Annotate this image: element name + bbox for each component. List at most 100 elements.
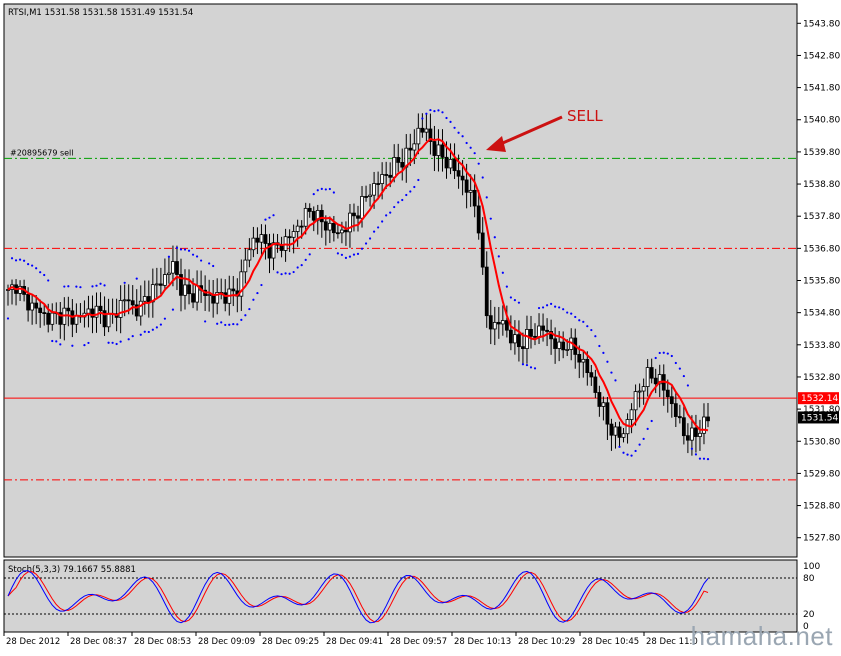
parabolic-sar-dot [87,341,90,345]
parabolic-sar-dot [385,214,388,217]
candle-body [158,283,163,286]
parabolic-sar-dot [558,306,561,309]
parabolic-sar-dot [533,367,537,370]
candle-body [561,341,566,351]
candle-body [291,231,296,238]
candle-body [126,299,131,302]
parabolic-sar-dot [328,187,331,191]
parabolic-sar-dot [200,259,203,262]
parabolic-sar-dot [441,111,444,114]
parabolic-sar-dot [698,457,702,460]
time-axis-label: 28 Dec 09:25 [262,637,319,647]
parabolic-sar-dot [276,271,279,274]
candle-body [653,377,658,385]
parabolic-sar-dot [296,266,299,269]
parabolic-sar-dot [477,162,480,165]
candle-body [533,335,537,338]
candle-body [183,284,187,296]
stochastic-axis-label: 100 [803,562,820,572]
parabolic-sar-dot [662,351,665,354]
parabolic-sar-dot [47,279,50,282]
parabolic-sar-dot [75,285,78,288]
price-axis-label: 1543.80 [803,19,840,29]
chart-canvas[interactable]: 1543.80 1542.80 1541.80 1540.80 1539.80 1538.… [0,0,841,652]
candle-body [517,334,521,348]
order-label: #20895679 sell [10,148,74,157]
parabolic-sar-dot [554,305,557,308]
candle-body [18,285,22,294]
parabolic-sar-dot [405,193,408,197]
parabolic-sar-dot [368,237,372,240]
price-axis-label: 1532.80 [803,373,840,383]
parabolic-sar-dot [22,259,26,262]
parabolic-sar-dot [107,341,110,344]
candle-body [609,423,614,436]
parabolic-sar-dot [389,211,392,214]
parabolic-sar-dot [79,286,82,289]
candle-body [307,207,312,212]
parabolic-sar-dot [324,188,327,191]
price-axis-label: 1538.80 [803,180,840,190]
parabolic-sar-dot [99,282,102,285]
parabolic-sar-dot [208,262,211,265]
candle-body [303,207,308,227]
candle-body [356,215,360,219]
parabolic-sar-dot [171,308,175,311]
candle-body [335,232,340,235]
candle-body [685,435,690,441]
parabolic-sar-dot [123,281,126,284]
parabolic-sar-dot [598,344,601,348]
candle-body [637,390,642,393]
parabolic-sar-dot [280,273,283,276]
parabolic-sar-dot [497,255,500,258]
candle-body [243,259,248,273]
parabolic-sar-dot [686,384,689,387]
price-panel[interactable] [3,3,798,558]
parabolic-sar-dot [517,301,521,304]
parabolic-sar-dot [493,236,496,239]
candle-body [460,175,465,181]
time-axis-label: 28 Dec 08:53 [134,637,191,647]
candle-body [340,229,344,234]
parabolic-sar-dot [409,190,412,193]
candle-body [690,427,694,441]
parabolic-sar-dot [381,220,384,223]
parabolic-sar-dot [642,437,645,440]
candle-body [368,194,372,197]
parabolic-sar-dot [602,351,605,354]
parabolic-sar-dot [240,318,243,321]
parabolic-sar-dot [236,323,239,326]
candle-body [142,296,147,302]
parabolic-sar-dot [336,252,339,255]
candle-body [698,432,702,437]
parabolic-sar-dot [135,277,138,280]
parabolic-sar-dot [35,267,38,270]
candle-body [86,308,91,314]
candle-body [195,285,199,303]
price-axis-label: 1527.80 [803,534,840,544]
candle-body [130,300,135,306]
chart-window[interactable]: 1543.80 1542.80 1541.80 1540.80 1539.80 1538.… [0,0,841,652]
parabolic-sar-dot [465,141,468,145]
parabolic-sar-dot [260,283,263,287]
parabolic-sar-dot [364,242,368,245]
parabolic-sar-dot [501,271,504,274]
parabolic-sar-dot [332,191,335,194]
parabolic-sar-dot [39,271,42,274]
parabolic-sar-dot [10,257,14,260]
parabolic-sar-dot [179,248,183,251]
candle-body [331,222,336,234]
price-axis-label: 1542.80 [803,51,840,61]
time-axis-label: 28 Dec 09:57 [390,637,447,647]
candle-body [424,128,429,133]
candle-body [589,372,594,378]
candle-body [327,222,332,231]
parabolic-sar-dot [606,360,609,363]
parabolic-sar-dot [43,273,46,277]
candle-body [295,225,300,232]
candle-body [488,315,493,330]
parabolic-sar-dot [457,131,460,134]
candle-body [468,189,473,193]
candle-body [138,300,143,317]
candle-body [34,302,39,309]
